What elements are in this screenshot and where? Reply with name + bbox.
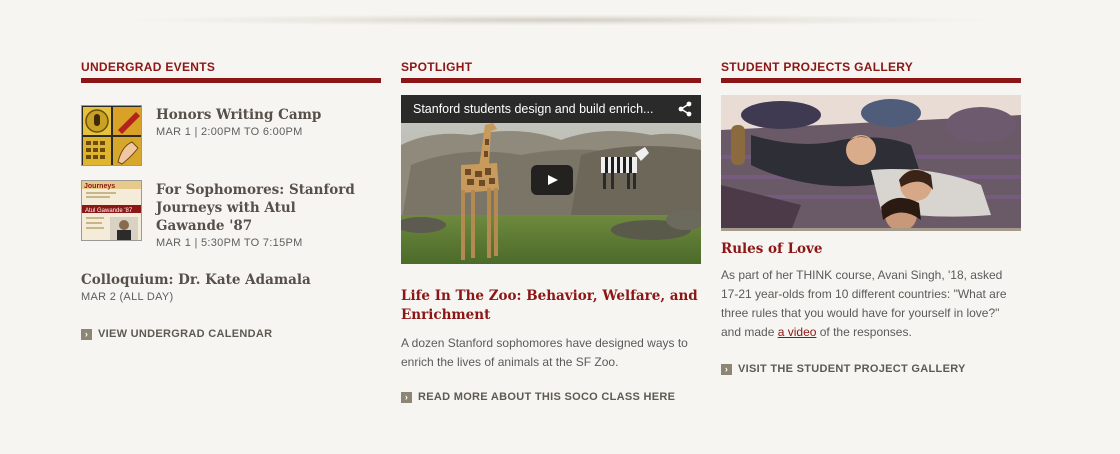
section-heading: SPOTLIGHT: [401, 60, 473, 74]
story-summary: A dozen Stanford sophomores have designe…: [401, 336, 688, 369]
gallery-feature-image[interactable]: [721, 95, 1021, 231]
story-title[interactable]: Rules of Love: [721, 240, 1021, 259]
section-heading: UNDERGRAD EVENTS: [81, 60, 216, 74]
play-button[interactable]: [531, 165, 573, 195]
writing-camp-icon-image: [83, 107, 141, 165]
event-date: MAR 1 | 5:30PM TO 7:15PM: [156, 237, 303, 249]
play-icon: [548, 175, 558, 185]
chevron-right-icon: ›: [81, 328, 92, 340]
link-label[interactable]: READ MORE ABOUT THIS SOCO CLASS HERE: [418, 391, 675, 403]
story-text-after: of the responses.: [816, 325, 912, 339]
event-date: MAR 2 (ALL DAY): [81, 291, 174, 303]
event-item[interactable]: Honors Writing Camp MAR 1 | 2:00PM TO 6:…: [81, 105, 381, 167]
student-projects-gallery-section: STUDENT PROJECTS GALLERY Rules of Love A…: [721, 60, 1021, 375]
section-rule: [401, 78, 701, 83]
story-summary: As part of her THINK course, Avani Singh…: [721, 266, 1021, 342]
chevron-right-icon: ›: [721, 363, 732, 375]
undergrad-events-section: UNDERGRAD EVENTS Honors Writing Camp MAR…: [81, 60, 381, 340]
students-lying-photo: [721, 95, 1021, 228]
read-more-soco-link[interactable]: › READ MORE ABOUT THIS SOCO CLASS HERE: [401, 391, 675, 403]
share-icon[interactable]: [677, 101, 693, 117]
event-thumbnail[interactable]: [81, 105, 142, 166]
visit-student-project-gallery-link[interactable]: › VISIT THE STUDENT PROJECT GALLERY: [721, 363, 966, 375]
section-heading: STUDENT PROJECTS GALLERY: [721, 60, 914, 74]
video-link[interactable]: a video: [778, 325, 817, 339]
section-rule: [81, 78, 381, 83]
video-player[interactable]: Stanford students design and build enric…: [401, 95, 701, 264]
top-divider-shadow: [120, 14, 1000, 26]
video-title-bar[interactable]: Stanford students design and build enric…: [401, 95, 701, 123]
event-title[interactable]: Colloquium: Dr. Kate Adamala: [81, 271, 381, 289]
event-title[interactable]: Honors Writing Camp: [156, 106, 381, 124]
event-title[interactable]: For Sophomores: Stanford Journeys with A…: [156, 181, 356, 235]
video-title[interactable]: Stanford students design and build enric…: [413, 102, 653, 116]
story-title[interactable]: Life In The Zoo: Behavior, Welfare, and …: [401, 287, 701, 325]
view-undergrad-calendar-link[interactable]: › VIEW UNDERGRAD CALENDAR: [81, 328, 272, 340]
event-item[interactable]: Journeys Atul Gawande '87 For Sophomores…: [81, 180, 381, 252]
flyer-title-text: Journeys: [84, 183, 115, 190]
spotlight-section: SPOTLIGHT Stanford students design and b…: [401, 60, 701, 403]
event-item[interactable]: Colloquium: Dr. Kate Adamala MAR 2 (ALL …: [81, 271, 381, 303]
link-label[interactable]: VISIT THE STUDENT PROJECT GALLERY: [738, 363, 966, 375]
event-date: MAR 1 | 2:00PM TO 6:00PM: [156, 126, 303, 138]
gallery-story: Rules of Love As part of her THINK cours…: [721, 240, 1021, 342]
chevron-right-icon: ›: [401, 391, 412, 403]
journeys-flyer-image: Journeys Atul Gawande '87: [82, 181, 141, 240]
section-rule: [721, 78, 1021, 83]
spotlight-story: Life In The Zoo: Behavior, Welfare, and …: [401, 287, 701, 372]
flyer-name-text: Atul Gawande '87: [85, 208, 133, 214]
link-label[interactable]: VIEW UNDERGRAD CALENDAR: [98, 328, 272, 340]
event-thumbnail[interactable]: Journeys Atul Gawande '87: [81, 180, 142, 241]
